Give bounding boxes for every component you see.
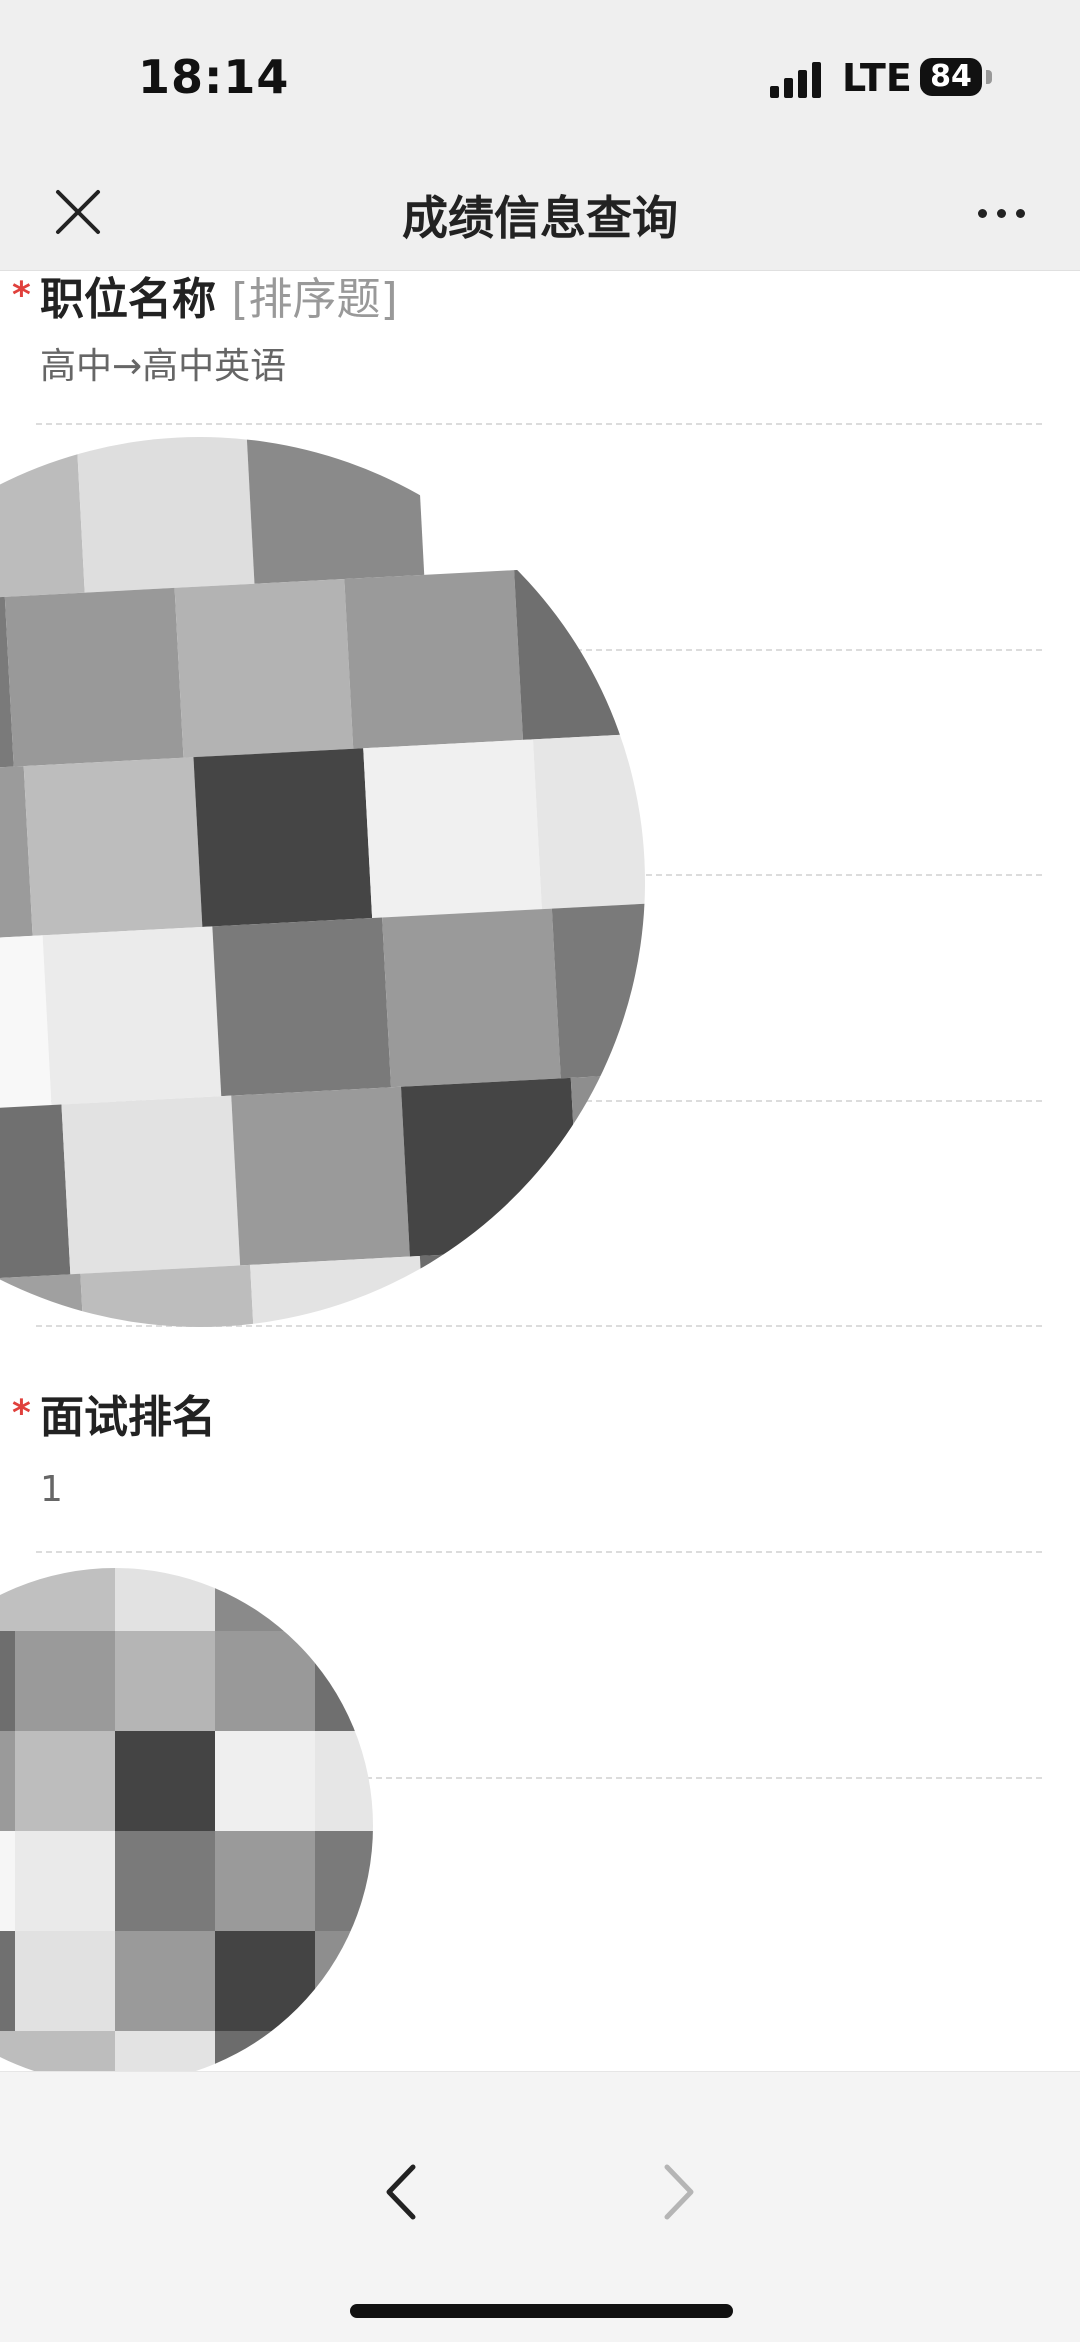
redacted-mosaic-small <box>0 1568 373 2071</box>
field-value: 1 <box>40 1469 63 1510</box>
home-indicator[interactable] <box>350 2304 733 2318</box>
status-time: 18:14 <box>138 50 290 104</box>
more-button[interactable] <box>972 182 1032 242</box>
network-type: LTE <box>842 56 912 100</box>
signal-icon <box>770 60 824 98</box>
divider <box>36 423 1042 425</box>
redacted-mosaic-large <box>0 437 660 1337</box>
field-value: 高中→高中英语 <box>40 346 287 387</box>
battery-tip <box>986 70 992 84</box>
divider <box>36 1551 1042 1553</box>
field-label: 职位名称 [排序题] <box>40 271 398 327</box>
required-mark: * <box>12 275 31 316</box>
status-bar: 18:14 LTE 84 <box>0 0 1080 160</box>
page-title: 成绩信息查询 <box>402 191 678 245</box>
field-label: 面试排名 <box>40 1381 216 1445</box>
field-label-text: 面试排名 <box>40 1392 216 1443</box>
field-label-text: 职位名称 <box>40 274 216 325</box>
forward-button[interactable] <box>655 2157 705 2227</box>
battery-icon: 84 <box>920 58 982 96</box>
form-content: * 职位名称 [排序题] 高中→高中英语 * 面试排名 1 <box>0 271 1080 2071</box>
back-button[interactable] <box>375 2157 425 2227</box>
chevron-left-icon <box>386 2164 416 2220</box>
required-mark: * <box>12 1393 31 1434</box>
more-icon <box>978 209 987 218</box>
bottom-bar <box>0 2071 1080 2342</box>
field-hint: [排序题] <box>231 274 398 325</box>
nav-bar: 成绩信息查询 <box>0 160 1080 271</box>
chevron-right-icon <box>664 2164 694 2220</box>
